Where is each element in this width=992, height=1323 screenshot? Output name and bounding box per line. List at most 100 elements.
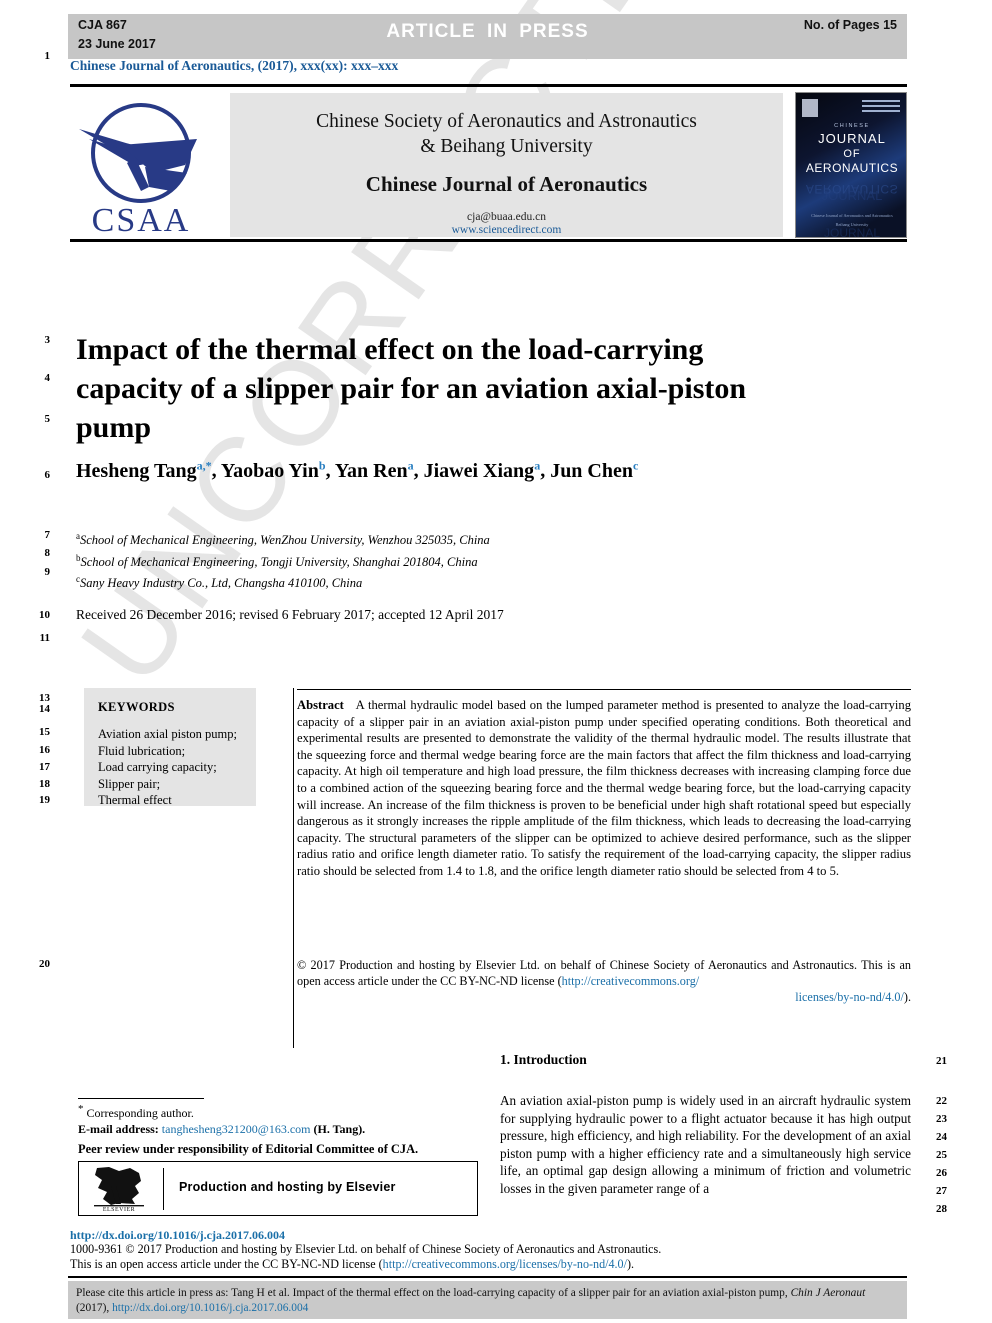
- footer-license-text: 1000-9361 © 2017 Production and hosting …: [70, 1242, 915, 1273]
- paper-page: UNCORRECTED PROOF CJA 867 23 June 2017 A…: [0, 0, 992, 1323]
- author: Yan Rena: [334, 458, 414, 482]
- line-number-left: 7: [44, 529, 51, 541]
- svg-text:JOURNAL: JOURNAL: [824, 226, 880, 238]
- license-link-part2[interactable]: licenses/by-no-nd/4.0/: [795, 990, 904, 1004]
- society-line-2: & Beihang University: [420, 136, 593, 157]
- line-number-left: 18: [39, 778, 50, 790]
- affiliation: aSchool of Mechanical Engineering, WenZh…: [76, 531, 490, 548]
- line-number-left: 11: [39, 632, 50, 644]
- production-hosting-label: Production and hosting by Elsevier: [179, 1180, 396, 1194]
- footnote-block: * Corresponding author. E-mail address: …: [78, 1101, 478, 1138]
- abstract-copyright: © 2017 Production and hosting by Elsevie…: [297, 957, 911, 1005]
- svg-text:JOURNAL: JOURNAL: [822, 188, 883, 203]
- line-number-right: 25: [936, 1149, 947, 1161]
- line-number-left: 3: [44, 334, 51, 346]
- introduction-paragraph: An aviation axial-piston pump is widely …: [500, 1093, 911, 1196]
- doi-link[interactable]: http://dx.doi.org/10.1016/j.cja.2017.06.…: [70, 1228, 285, 1243]
- journal-title: Chinese Journal of Aeronautics: [365, 172, 648, 196]
- line-number-left: 14: [39, 703, 50, 715]
- section-heading-introduction: 1. Introduction: [500, 1052, 587, 1067]
- line-number-left: 10: [39, 609, 50, 621]
- author-list: Hesheng Tanga,*, Yaobao Yinb, Yan Rena, …: [76, 458, 639, 482]
- author-marks: a: [534, 458, 541, 472]
- affiliation-list: aSchool of Mechanical Engineering, WenZh…: [76, 528, 776, 593]
- line-number-left: 6: [44, 469, 51, 481]
- email-label: E-mail address:: [78, 1122, 159, 1137]
- line-number-right: 21: [936, 1055, 947, 1067]
- affiliation: bSchool of Mechanical Engineering, Tongj…: [76, 552, 478, 569]
- line-number-left: 16: [39, 744, 50, 756]
- license-suffix: ).: [626, 1257, 635, 1272]
- footer-rule: [68, 1276, 907, 1278]
- citation-doi-link[interactable]: http://dx.doi.org/10.1016/j.cja.2017.06.…: [112, 1302, 308, 1314]
- abstract-text: A thermal hydraulic model based on the l…: [297, 698, 911, 878]
- keyword-item: Fluid lubrication;: [98, 743, 186, 758]
- page-title: Impact of the thermal effect on the load…: [76, 333, 747, 445]
- author-marks: c: [633, 458, 639, 472]
- citation-year: (2017),: [76, 1301, 113, 1314]
- journal-masthead: CSAA Chinese Society of Aeronautics and …: [70, 84, 907, 242]
- svg-text:AERONAUTICS: AERONAUTICS: [806, 161, 898, 175]
- box-divider: [163, 1168, 164, 1210]
- peer-review-note: Peer review under responsibility of Edit…: [78, 1142, 419, 1156]
- article-history: Received 26 December 2016; revised 6 Feb…: [76, 607, 504, 622]
- author: Jiawei Xianga: [423, 458, 541, 482]
- license-tail: ).: [903, 990, 911, 1004]
- footnote-rule: [78, 1098, 204, 1099]
- footer-license-link[interactable]: http://creativecommons.org/licenses/by-n…: [383, 1257, 627, 1271]
- line-number-left: 20: [39, 958, 50, 970]
- abstract-divider-vertical: [293, 688, 294, 1048]
- email-link[interactable]: tanghesheng321200@163.com: [162, 1122, 311, 1136]
- society-line-1: Chinese Society of Aeronautics and Astro…: [316, 111, 697, 132]
- page-count-note: No. of Pages 15: [803, 18, 897, 32]
- line-number-left: 5: [44, 413, 51, 425]
- status-badge: ARTICLE IN PRESS: [386, 21, 589, 42]
- citation-journal: Chin J Aeronaut: [790, 1287, 866, 1299]
- keyword-item: Thermal effect: [98, 793, 172, 808]
- keyword-item: Aviation axial piston pump;: [98, 727, 237, 741]
- author: Yaobao Yinb: [220, 458, 326, 482]
- line-number-right: 28: [936, 1203, 947, 1215]
- article-status-bar: CJA 867 23 June 2017 ARTICLE IN PRESS No…: [68, 14, 907, 59]
- elsevier-production-box: ELSEVIER Production and hosting by Elsev…: [78, 1161, 478, 1216]
- elsevier-tree-logo-icon: ELSEVIER: [89, 1166, 149, 1213]
- masthead-center: Chinese Society of Aeronautics and Astro…: [230, 93, 783, 237]
- line-number-right: 23: [936, 1113, 947, 1125]
- keyword-item: Slipper pair;: [98, 776, 161, 791]
- line-number-left: 1: [44, 50, 51, 62]
- society-name: Chinese Society of Aeronautics and Astro…: [230, 109, 783, 159]
- corresponding-author-note: * Corresponding author.: [78, 1103, 194, 1120]
- author-marks: b: [318, 458, 326, 472]
- line-number-left: 8: [44, 547, 51, 559]
- email-note: E-mail address: tanghesheng321200@163.co…: [78, 1121, 478, 1137]
- sciencedirect-link[interactable]: www.sciencedirect.com: [230, 224, 783, 236]
- line-number-right: 22: [936, 1095, 947, 1107]
- journal-reference-line: Chinese Journal of Aeronautics, (2017), …: [70, 58, 399, 73]
- svg-text:OF: OF: [843, 148, 860, 160]
- journal-email: cja@buaa.edu.cn: [467, 211, 546, 223]
- line-number-left: 17: [39, 761, 50, 773]
- svg-text:JOURNAL: JOURNAL: [818, 131, 886, 146]
- abstract-block: Abstract A thermal hydraulic model based…: [297, 697, 911, 880]
- keyword-item: Load carrying capacity;: [98, 760, 217, 775]
- author-marks: a,*: [196, 458, 212, 472]
- email-owner: (H. Tang).: [313, 1122, 366, 1137]
- csaa-logo: CSAA: [75, 95, 225, 239]
- license-link-part1[interactable]: http://creativecommons.org/: [562, 974, 700, 988]
- line-number-left: 9: [44, 566, 51, 578]
- keywords-heading: KEYWORDS: [98, 700, 175, 714]
- line-number-left: 15: [39, 726, 50, 738]
- line-number-right: 27: [936, 1185, 947, 1197]
- citation-prefix: Please cite this article in press as: Ta…: [76, 1287, 791, 1299]
- keywords-list: Aviation axial piston pump; Fluid lubric…: [98, 726, 246, 809]
- abstract-divider-top: [297, 689, 911, 690]
- line-number-left: 4: [44, 372, 51, 384]
- line-number-left: 19: [39, 794, 50, 806]
- svg-text:CSAA: CSAA: [92, 202, 191, 237]
- svg-text:CHINESE: CHINESE: [834, 123, 870, 129]
- asterisk-icon: *: [78, 1103, 84, 1115]
- license-prefix: This is an open access article under the…: [70, 1257, 383, 1272]
- abstract-label: Abstract: [297, 698, 344, 712]
- line-number-right: 26: [936, 1167, 947, 1179]
- author: Jun Chenc: [550, 458, 639, 482]
